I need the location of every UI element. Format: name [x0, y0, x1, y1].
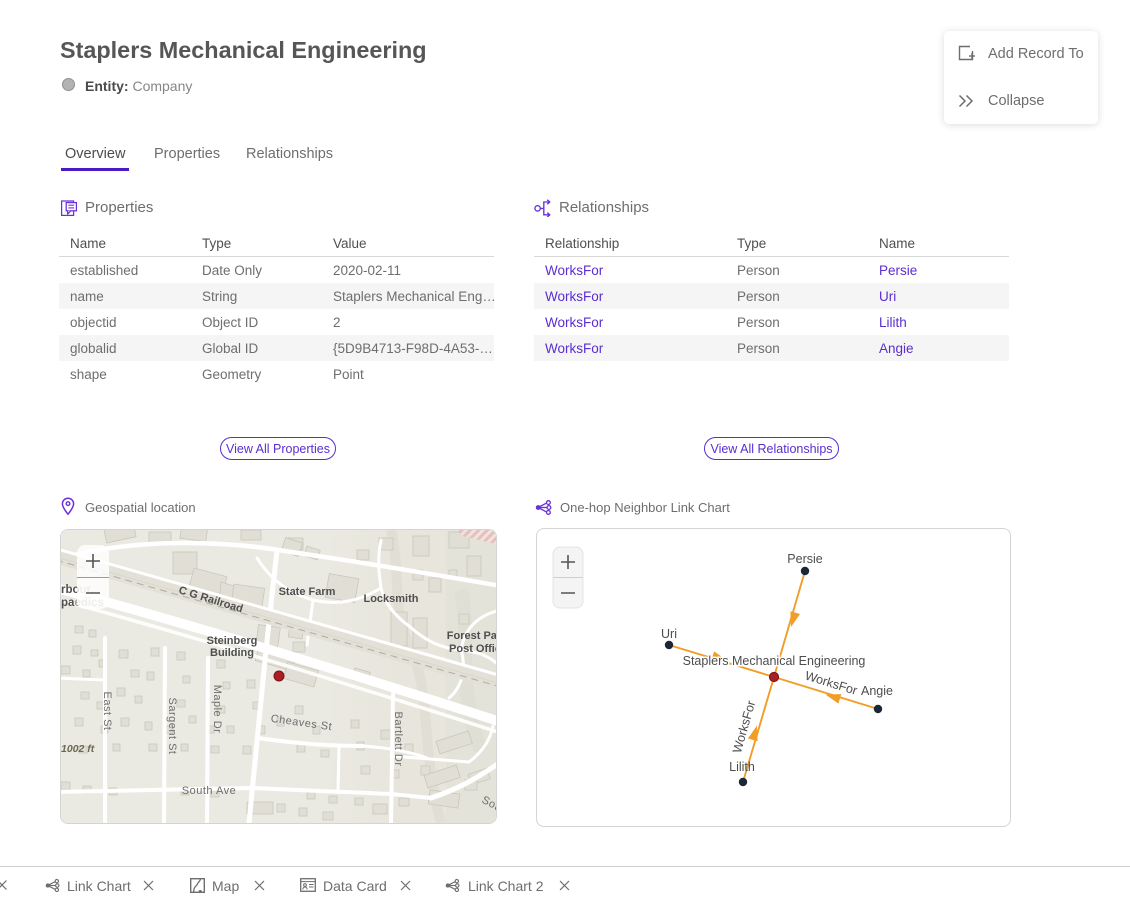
svg-text:WorksFor: WorksFor	[803, 669, 859, 698]
svg-text:Post Offic: Post Offic	[449, 643, 496, 655]
svg-text:Sargent St: Sargent St	[166, 698, 178, 755]
svg-text:Forest Par: Forest Par	[447, 630, 496, 642]
svg-text:Lilith: Lilith	[729, 760, 755, 774]
svg-text:Maple Dr: Maple Dr	[211, 685, 223, 734]
svg-text:Staplers Mechanical Engineerin: Staplers Mechanical Engineering	[683, 654, 866, 668]
svg-text:Bartlett Dr: Bartlett Dr	[392, 711, 404, 766]
svg-text:Uri: Uri	[661, 627, 677, 641]
svg-text:South Ave: South Ave	[182, 785, 236, 797]
svg-text:Locksmith: Locksmith	[363, 593, 418, 605]
svg-text:1002 ft: 1002 ft	[61, 743, 95, 755]
svg-text:Persie: Persie	[787, 552, 822, 566]
svg-text:Angie: Angie	[861, 684, 893, 698]
svg-text:Steinberg: Steinberg	[207, 635, 258, 647]
svg-text:Building: Building	[210, 647, 254, 659]
svg-text:East St: East St	[101, 692, 113, 731]
svg-text:State Farm: State Farm	[279, 586, 336, 598]
